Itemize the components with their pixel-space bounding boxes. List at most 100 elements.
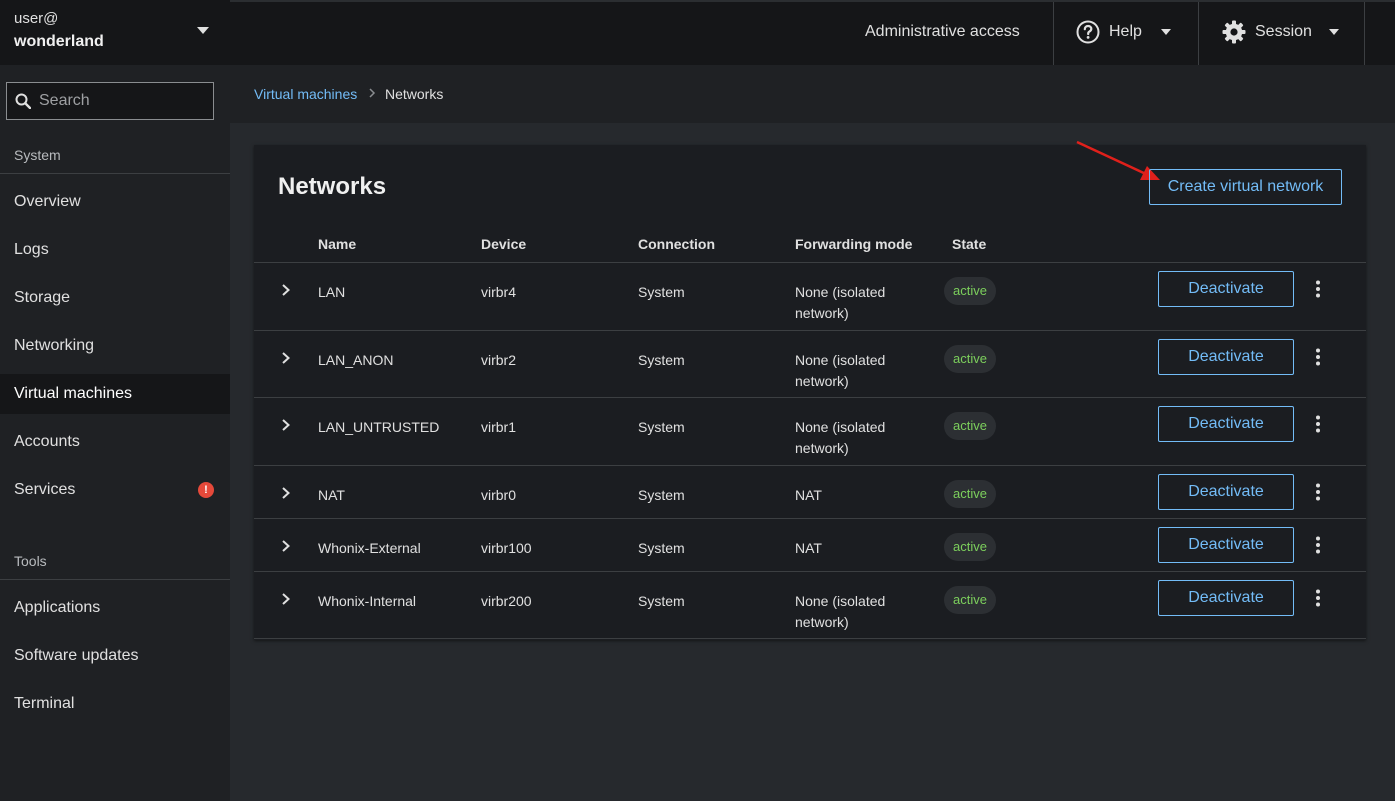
- sidebar-item-terminal[interactable]: Terminal: [0, 684, 230, 724]
- forwarding-line: None (isolated: [795, 419, 886, 435]
- topbar-divider: [1053, 2, 1054, 67]
- network-forwarding-mode: NAT: [795, 485, 822, 506]
- network-connection: System: [638, 487, 685, 503]
- deactivate-button[interactable]: Deactivate: [1158, 580, 1294, 616]
- status-badge: active: [944, 345, 996, 373]
- table-row: LAN_UNTRUSTED virbr1 System None (isolated n…: [254, 397, 1366, 465]
- deactivate-button[interactable]: Deactivate: [1158, 474, 1294, 510]
- caret-down-icon: [1329, 29, 1339, 35]
- topbar-divider: [1198, 2, 1199, 67]
- network-name: LAN_ANON: [318, 352, 394, 368]
- status-badge: active: [944, 412, 996, 440]
- table-row: LAN_ANON virbr2 System None (isolated networ…: [254, 330, 1366, 397]
- search-icon: [15, 93, 31, 109]
- network-connection: System: [638, 419, 685, 435]
- host-switcher[interactable]: user@ wonderland: [0, 0, 230, 65]
- chevron-right-icon[interactable]: [280, 418, 292, 432]
- forwarding-line: NAT: [795, 487, 822, 503]
- chevron-right-icon[interactable]: [280, 486, 292, 500]
- network-forwarding-mode: None (isolated network): [795, 591, 885, 633]
- status-badge: active: [944, 277, 996, 305]
- sidebar-item-storage[interactable]: Storage: [0, 278, 230, 318]
- forwarding-line: network): [795, 440, 849, 456]
- network-name: Whonix-Internal: [318, 593, 417, 609]
- session-label: Session: [1255, 23, 1312, 40]
- networks-card: Networks Create virtual network Name Dev…: [254, 140, 1366, 640]
- network-connection: System: [638, 284, 685, 300]
- deactivate-button[interactable]: Deactivate: [1158, 271, 1294, 307]
- deactivate-button[interactable]: Deactivate: [1158, 339, 1294, 375]
- kebab-menu-icon[interactable]: [1310, 588, 1326, 608]
- table-row: LAN virbr4 System None (isolated network) act…: [254, 262, 1366, 330]
- search-box: [6, 82, 214, 120]
- status-badge: active: [944, 586, 996, 614]
- kebab-menu-icon[interactable]: [1310, 347, 1326, 367]
- chevron-right-icon[interactable]: [280, 351, 292, 365]
- kebab-menu-icon[interactable]: [1310, 279, 1326, 299]
- create-virtual-network-button[interactable]: Create virtual network: [1149, 169, 1342, 205]
- caret-down-icon: [197, 27, 209, 34]
- network-forwarding-mode: None (isolated network): [795, 417, 885, 459]
- table-row: Whonix-External virbr100 System NAT active De…: [254, 518, 1366, 571]
- top-bar: Administrative access Help Session: [230, 0, 1395, 67]
- network-device: virbr0: [481, 487, 517, 503]
- host-name: wonderland: [14, 33, 104, 50]
- network-connection: System: [638, 593, 685, 609]
- breadcrumb-link-virtual-machines[interactable]: Virtual machines: [254, 86, 357, 102]
- kebab-menu-icon[interactable]: [1310, 535, 1326, 555]
- deactivate-button[interactable]: Deactivate: [1158, 527, 1294, 563]
- network-name: LAN: [318, 284, 346, 300]
- network-device: virbr4: [481, 284, 517, 300]
- network-device: virbr100: [481, 540, 532, 556]
- sidebar-item-networking[interactable]: Networking: [0, 326, 230, 366]
- deactivate-button[interactable]: Deactivate: [1158, 406, 1294, 442]
- column-header-connection: Connection: [638, 236, 715, 252]
- sidebar-item-label: Services: [14, 481, 76, 498]
- nav-section-system: System: [14, 147, 61, 163]
- gear-icon: [1222, 20, 1246, 44]
- administrative-access-button[interactable]: Administrative access: [865, 2, 1020, 65]
- breadcrumb-current: Networks: [385, 86, 444, 102]
- question-circle-icon: [1076, 20, 1100, 44]
- topbar-divider: [1364, 2, 1365, 67]
- caret-down-icon: [1161, 29, 1171, 35]
- status-badge: active: [944, 480, 996, 508]
- sidebar-item-applications[interactable]: Applications: [0, 588, 230, 628]
- help-label: Help: [1109, 23, 1142, 40]
- sidebar-item-virtual-machines[interactable]: Virtual machines: [0, 374, 230, 414]
- network-name: Whonix-External: [318, 540, 421, 556]
- forwarding-line: None (isolated: [795, 593, 886, 609]
- table-row: Whonix-Internal virbr200 System None (isola…: [254, 571, 1366, 639]
- forwarding-line: network): [795, 305, 849, 321]
- forwarding-line: NAT: [795, 540, 822, 556]
- sidebar-item-services[interactable]: Services !: [0, 470, 230, 510]
- column-header-state: State: [952, 236, 987, 252]
- kebab-menu-icon[interactable]: [1310, 414, 1326, 434]
- network-forwarding-mode: None (isolated network): [795, 350, 885, 392]
- status-badge: active: [944, 533, 996, 561]
- nav-divider: [0, 579, 230, 580]
- chevron-right-icon[interactable]: [280, 592, 292, 606]
- network-forwarding-mode: NAT: [795, 538, 822, 559]
- sidebar-item-accounts[interactable]: Accounts: [0, 422, 230, 462]
- chevron-right-icon: [369, 88, 376, 98]
- chevron-right-icon[interactable]: [280, 283, 292, 297]
- chevron-right-icon[interactable]: [280, 539, 292, 553]
- sidebar: user@ wonderland System Overview Logs St…: [0, 0, 230, 801]
- forwarding-line: None (isolated: [795, 352, 886, 368]
- network-name: LAN_UNTRUSTED: [318, 419, 440, 435]
- sidebar-item-overview[interactable]: Overview: [0, 182, 230, 222]
- table-row: NAT virbr0 System NAT active Deactivate: [254, 465, 1366, 518]
- sidebar-item-logs[interactable]: Logs: [0, 230, 230, 270]
- sidebar-item-software-updates[interactable]: Software updates: [0, 636, 230, 676]
- kebab-menu-icon[interactable]: [1310, 482, 1326, 502]
- host-user: user@: [14, 10, 59, 27]
- column-header-forwarding-mode: Forwarding mode: [795, 236, 913, 252]
- search-input[interactable]: [39, 83, 211, 119]
- page-title: Networks: [278, 173, 387, 200]
- network-forwarding-mode: None (isolated network): [795, 282, 885, 324]
- forwarding-line: network): [795, 614, 849, 630]
- network-connection: System: [638, 352, 685, 368]
- column-header-name: Name: [318, 236, 357, 252]
- column-header-device: Device: [481, 236, 527, 252]
